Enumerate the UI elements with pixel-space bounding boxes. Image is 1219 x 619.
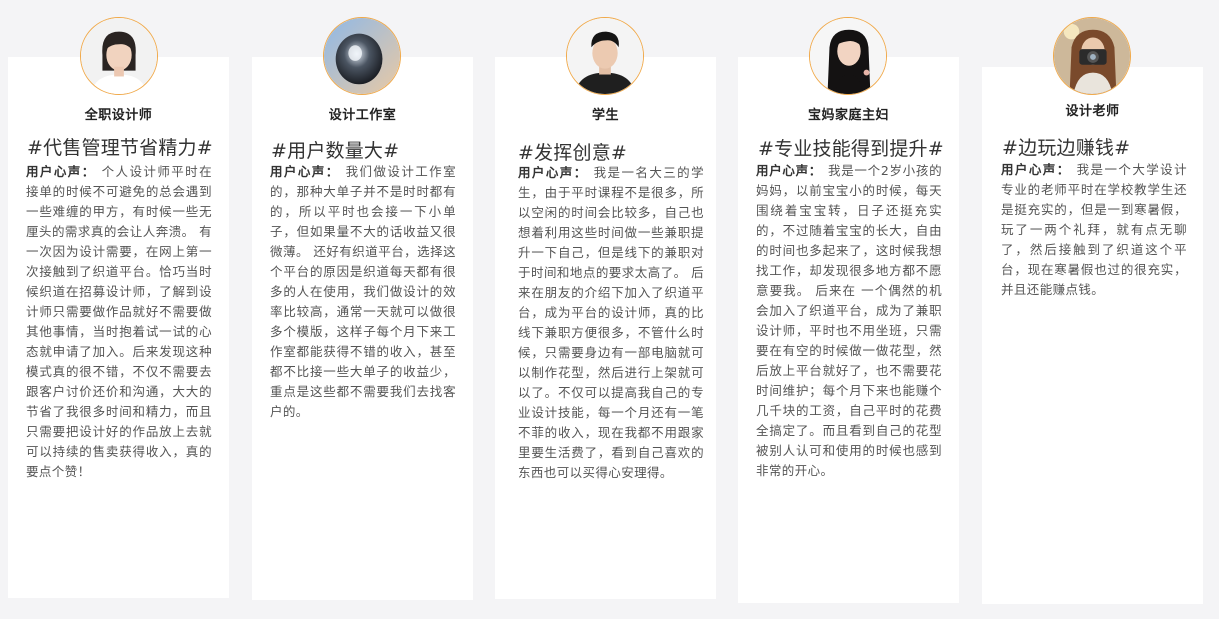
- photographer-avatar-icon: [1053, 17, 1131, 95]
- testimonial-text: 用户心声： 我们做设计工作室的，那种大单子并不是时时都有的，所以平时也会接一下小单…: [270, 162, 456, 422]
- testimonial-text: 用户心声： 我是一个2岁小孩的妈妈，以前宝宝小的时候，每天围绕着宝宝转，日子还挺充…: [756, 161, 942, 481]
- voice-content: 我们做设计工作室的，那种大单子并不是时时都有的，所以平时也会接一下小单子，但如果…: [270, 164, 456, 419]
- voice-label: 用户心声：: [270, 164, 340, 179]
- testimonial-text: 用户心声： 我是一名大三的学生，由于平时课程不是很多，所以空闲的时间会比较多，自己…: [518, 163, 704, 483]
- young-man-avatar-icon: [566, 17, 644, 95]
- testimonial-tag: #用户数量大#: [271, 140, 400, 162]
- testimonial-tag: #专业技能得到提升#: [758, 138, 944, 160]
- voice-label: 用户心声：: [1001, 162, 1071, 177]
- voice-content: 我是一名大三的学生，由于平时课程不是很多，所以空闲的时间会比较多，自己也想着利用…: [518, 165, 704, 480]
- voice-content: 我是一个2岁小孩的妈妈，以前宝宝小的时候，每天围绕着宝宝转，日子还挺充实的，不过…: [756, 163, 942, 478]
- testimonial-tag: #边玩边赚钱#: [1002, 137, 1131, 159]
- role-title: 学生: [591, 108, 619, 123]
- voice-content: 我是一个大学设计专业的老师平时在学校教学生还是挺充实的，但是一到寒暑假，玩了一两…: [1001, 162, 1187, 297]
- testimonial-card-1: 全职设计师 #代售管理节省精力# 用户心声： 个人设计师平时在接单的时候不可避免的…: [8, 57, 229, 598]
- role-title: 宝妈家庭主妇: [807, 108, 889, 123]
- voice-label: 用户心声：: [756, 163, 823, 178]
- voice-content: 个人设计师平时在接单的时候不可避免的总会遇到一些难缠的甲方，有时候一些无厘头的需…: [26, 164, 212, 479]
- role-title: 全职设计师: [84, 108, 153, 123]
- voice-label: 用户心声：: [26, 164, 96, 179]
- camera-lens-avatar-icon: [323, 17, 401, 95]
- testimonial-tag: #代售管理节省精力#: [27, 137, 213, 159]
- long-hair-woman-avatar-icon: [809, 17, 887, 95]
- woman-portrait-avatar-icon: [80, 17, 158, 95]
- testimonial-card-3: 学生 #发挥创意# 用户心声： 我是一名大三的学生，由于平时课程不是很多，所以空闲…: [495, 57, 716, 599]
- testimonial-card-4: 宝妈家庭主妇 #专业技能得到提升# 用户心声： 我是一个2岁小孩的妈妈，以前宝宝小…: [738, 57, 959, 603]
- testimonial-text: 用户心声： 个人设计师平时在接单的时候不可避免的总会遇到一些难缠的甲方，有时候一些…: [26, 162, 212, 482]
- testimonial-text: 用户心声： 我是一个大学设计专业的老师平时在学校教学生还是挺充实的，但是一到寒暑假…: [1001, 160, 1187, 300]
- role-title: 设计工作室: [328, 108, 397, 123]
- testimonial-tag: #发挥创意#: [518, 142, 628, 164]
- testimonial-card-5: 设计老师 #边玩边赚钱# 用户心声： 我是一个大学设计专业的老师平时在学校教学生还…: [982, 67, 1203, 604]
- role-title: 设计老师: [1065, 104, 1120, 119]
- voice-label: 用户心声：: [518, 165, 588, 180]
- testimonial-card-2: 设计工作室 #用户数量大# 用户心声： 我们做设计工作室的，那种大单子并不是时时都…: [252, 57, 473, 600]
